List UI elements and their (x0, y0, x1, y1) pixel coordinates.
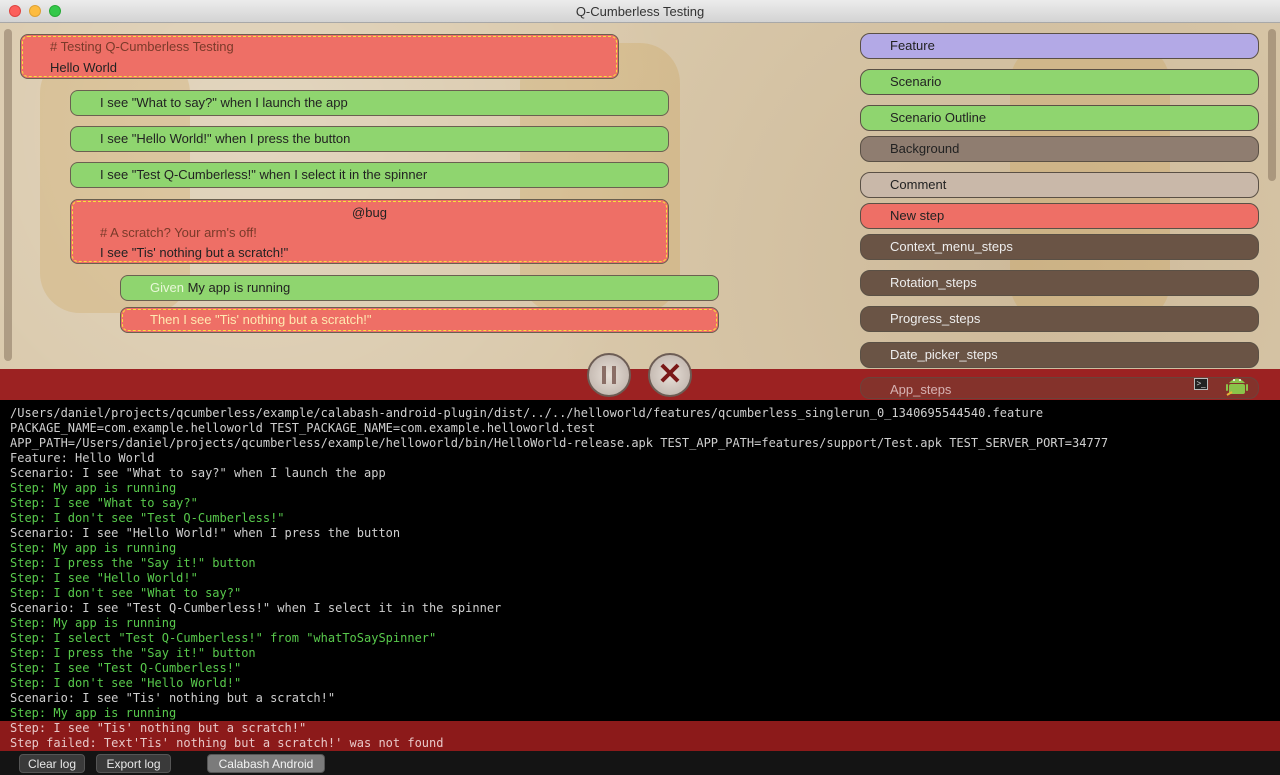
log-line-failed: Step: I see "Tis' nothing but a scratch!… (0, 721, 1280, 736)
log-line: Step: My app is running (10, 616, 177, 630)
palette-item-label: Background (890, 141, 960, 156)
feature-comment: # Testing Q-Cumberless Testing (50, 39, 234, 54)
window-title: Q-Cumberless Testing (575, 4, 705, 19)
title-bar: Q-Cumberless Testing (0, 0, 1280, 23)
control-strip: App_steps (0, 369, 1280, 400)
palette-item-new-step[interactable]: New step (860, 203, 1259, 229)
log-line: Step: I press the "Say it!" button (10, 646, 256, 660)
palette-item-feature[interactable]: Feature (860, 33, 1259, 59)
palette-item-scenario-outline[interactable]: Scenario Outline (860, 105, 1259, 131)
log-line: PACKAGE_NAME=com.example.helloworld TEST… (10, 421, 596, 435)
log-line: Step: I select "Test Q-Cumberless!" from… (10, 631, 437, 645)
palette-item-context-menu-steps[interactable]: Context_menu_steps (860, 234, 1259, 260)
step-keyword: Given (150, 280, 184, 295)
terminal-icon[interactable]: >_ (1194, 378, 1208, 390)
step-block[interactable]: Given My app is running (120, 275, 719, 301)
bottom-toolbar: Clear log Export log Calabash Android (0, 751, 1280, 775)
android-icon[interactable] (1226, 373, 1248, 397)
palette-item-label: New step (890, 208, 945, 223)
feature-block[interactable]: # Testing Q-Cumberless Testing Hello Wor… (20, 34, 619, 79)
palette-item-rotation-steps[interactable]: Rotation_steps (860, 270, 1259, 296)
palette-item-label: Scenario Outline (890, 110, 987, 125)
log-line: Scenario: I see "Test Q-Cumberless!" whe… (10, 601, 502, 615)
log-line-failed: Step failed: Text'Tis' nothing but a scr… (0, 736, 1280, 751)
palette-item-label: Progress_steps (890, 311, 981, 326)
palette-item-label: Feature (890, 38, 935, 53)
palette-scrollbar[interactable] (1268, 29, 1276, 181)
feature-title: Hello World (50, 60, 117, 75)
palette-item-label: Rotation_steps (890, 275, 977, 290)
log-line: Step: I don't see "What to say?" (10, 586, 242, 600)
stop-button[interactable]: ✕ (648, 353, 692, 397)
palette-item-date-picker-steps[interactable]: Date_picker_steps (860, 342, 1259, 368)
feature-editor[interactable]: # Testing Q-Cumberless Testing Hello Wor… (0, 23, 1280, 369)
close-window-button[interactable] (9, 5, 21, 17)
palette-item-scenario[interactable]: Scenario (860, 69, 1259, 95)
failed-scenario-block[interactable]: @bug # A scratch? Your arm's off! I see … (70, 199, 669, 264)
scenario-block[interactable]: I see "What to say?" when I launch the a… (70, 90, 669, 116)
palette-item-background[interactable]: Background (860, 136, 1259, 162)
palette-item-label: App_steps (890, 382, 952, 397)
palette-item-progress-steps[interactable]: Progress_steps (860, 306, 1259, 332)
log-line: Scenario: I see "Hello World!" when I pr… (10, 526, 401, 540)
pause-icon (602, 366, 616, 384)
log-line: Step: I see "What to say?" (10, 496, 198, 510)
clear-log-button[interactable]: Clear log (19, 754, 85, 773)
step-text: My app is running (187, 280, 291, 295)
log-line: Feature: Hello World (10, 451, 155, 465)
log-line: Scenario: I see "What to say?" when I la… (10, 466, 386, 480)
log-output[interactable]: /Users/daniel/projects/qcumberless/examp… (0, 400, 1280, 751)
minimize-window-button[interactable] (29, 5, 41, 17)
palette-item-label: Comment (890, 177, 947, 192)
log-line: Step: I don't see "Hello World!" (10, 676, 242, 690)
device-selector-button[interactable]: Calabash Android (207, 754, 325, 773)
log-line: Scenario: I see "Tis' nothing but a scra… (10, 691, 336, 705)
zoom-window-button[interactable] (49, 5, 61, 17)
export-log-button[interactable]: Export log (96, 754, 171, 773)
scenario-title: I see "Test Q-Cumberless!" when I select… (100, 167, 428, 182)
editor-scrollbar[interactable] (4, 29, 12, 361)
scenario-title: I see "What to say?" when I launch the a… (100, 95, 348, 110)
log-line: Step: I see "Test Q-Cumberless!" (10, 661, 242, 675)
scenario-block[interactable]: I see "Test Q-Cumberless!" when I select… (70, 162, 669, 188)
scenario-title: I see "Tis' nothing but a scratch!" (100, 245, 289, 260)
palette-item-label: Date_picker_steps (890, 347, 998, 362)
palette-item-label: Scenario (890, 74, 942, 89)
palette-item-label: Context_menu_steps (890, 239, 1013, 254)
log-line: APP_PATH=/Users/daniel/projects/qcumberl… (10, 436, 1109, 450)
log-line: Step: I press the "Say it!" button (10, 556, 256, 570)
scenario-comment: # A scratch? Your arm's off! (100, 225, 257, 240)
log-line: Step: I don't see "Test Q-Cumberless!" (10, 511, 285, 525)
palette-item-comment[interactable]: Comment (860, 172, 1259, 198)
scenario-title: I see "Hello World!" when I press the bu… (100, 131, 351, 146)
step-text: I see "Tis' nothing but a scratch!" (183, 312, 372, 327)
log-line: Step: My app is running (10, 481, 177, 495)
pause-button[interactable] (587, 353, 631, 397)
log-line: Step: My app is running (10, 541, 177, 555)
scenario-block[interactable]: I see "Hello World!" when I press the bu… (70, 126, 669, 152)
scenario-tag: @bug (352, 205, 387, 220)
log-line: /Users/daniel/projects/qcumberless/examp… (10, 406, 1044, 420)
stop-icon: ✕ (657, 358, 683, 391)
log-line: Step: I see "Hello World!" (10, 571, 198, 585)
step-keyword: Then (150, 312, 180, 327)
failed-step-block[interactable]: Then I see "Tis' nothing but a scratch!" (120, 307, 719, 333)
log-line: Step: My app is running (10, 706, 177, 720)
